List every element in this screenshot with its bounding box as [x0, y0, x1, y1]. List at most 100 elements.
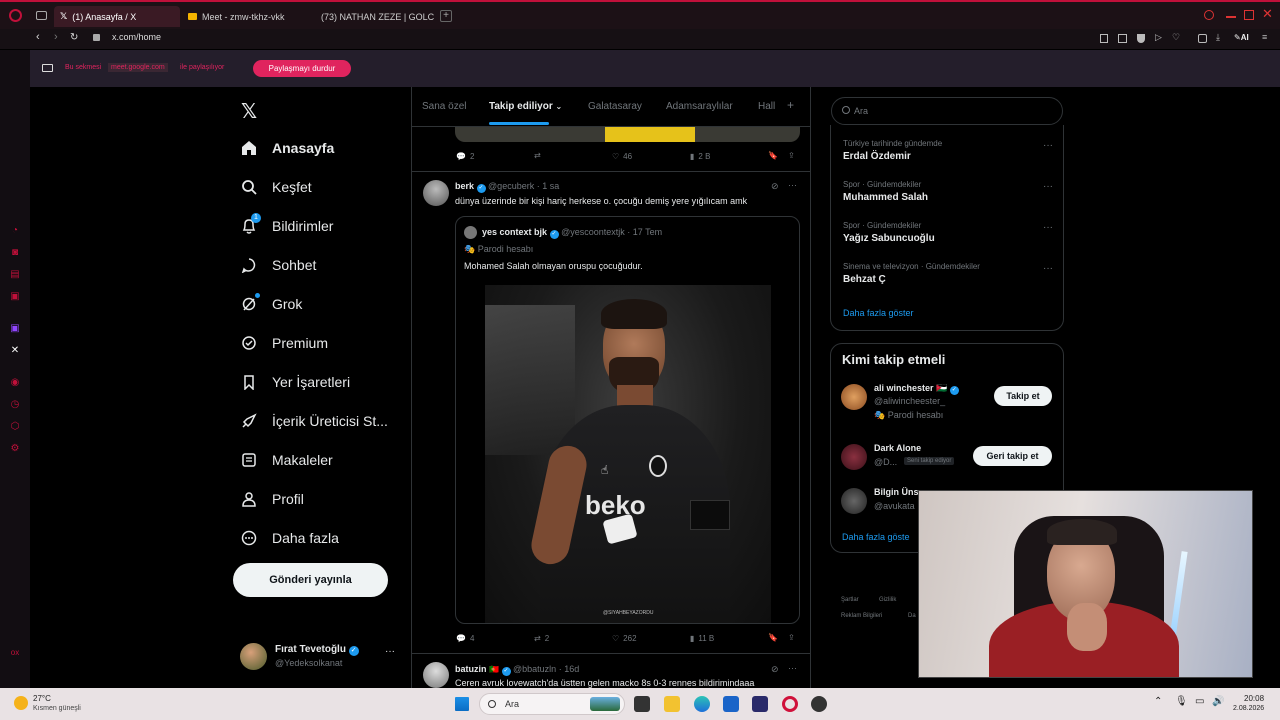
footer-link[interactable]: Şartlar [841, 597, 859, 603]
add-tab-icon[interactable]: + [787, 98, 794, 112]
search-box[interactable]: Ara [831, 97, 1063, 125]
like-count[interactable]: ♡ 262 [612, 634, 637, 643]
repost-count[interactable]: ⇄ 2 [534, 634, 549, 643]
heart-icon[interactable]: ♡ [1172, 32, 1180, 43]
follow-suggestion[interactable]: Dark Alone @D... Seni takip ediyor Geri … [841, 442, 1053, 480]
outlook-icon[interactable] [723, 696, 739, 712]
task-view-icon[interactable] [634, 696, 650, 712]
quoted-image[interactable]: beko @SIYAHBEYAZORDU ☝ [485, 285, 771, 623]
post-time[interactable]: · 16d [559, 664, 580, 674]
footer-link[interactable]: Da [908, 613, 916, 619]
grok-post-icon[interactable]: ⊘ [771, 664, 779, 675]
stop-sharing-button[interactable]: Paylaşmayı durdur [253, 60, 351, 77]
bookmark-icon[interactable]: 🔖 [768, 633, 778, 642]
post-avatar[interactable] [423, 662, 449, 688]
app-taskbar-icon[interactable] [811, 696, 827, 712]
store-icon[interactable] [752, 696, 768, 712]
nav-grok[interactable]: Grok [240, 292, 302, 316]
post-author-name[interactable]: batuzin [455, 664, 487, 674]
forward-icon[interactable]: › [54, 31, 58, 43]
ai-button[interactable]: ✎AI [1234, 33, 1249, 42]
start-button-icon[interactable] [455, 697, 469, 711]
nav-home[interactable]: Anasayfa [240, 136, 334, 160]
nav-creator-studio[interactable]: İçerik Üreticisi St... [240, 409, 388, 433]
music-icon[interactable]: ▣ [9, 291, 21, 303]
messenger-icon[interactable]: ▤ [9, 269, 21, 281]
play-icon[interactable]: ▷ [1155, 32, 1162, 43]
footer-link[interactable]: Reklam Bilgileri [841, 613, 882, 619]
opera-logo-icon[interactable] [9, 9, 22, 22]
aria-icon[interactable]: ◔ [9, 225, 21, 237]
account-switcher[interactable]: Fırat Tevetoğlu ✓ @Yedeksolkanat ··· [240, 641, 400, 673]
nav-profile[interactable]: Profil [240, 487, 304, 511]
trend-item[interactable]: Spor · Gündemdekiler Muhammed Salah [843, 180, 1053, 203]
trends-show-more-link[interactable]: Daha fazla göster [843, 308, 914, 318]
clock-date[interactable]: 2.08.2026 [1233, 705, 1264, 712]
quoted-post[interactable]: yes context bjk ✓ @yescoontextjk · 17 Te… [455, 216, 800, 624]
tab-youtube[interactable]: (73) NATHAN ZEZE | GOLC [310, 6, 436, 27]
back-icon[interactable]: ‹ [36, 31, 40, 43]
nav-more[interactable]: Daha fazla [240, 526, 339, 550]
post-avatar[interactable] [423, 180, 449, 206]
trend-more-icon[interactable]: ··· [1043, 181, 1053, 192]
nav-bookmarks[interactable]: Yer İşaretleri [240, 370, 350, 394]
share-icon[interactable]: ⇪ [788, 633, 795, 642]
trend-item[interactable]: Türkiye tarihinde gündemde Erdal Özdemir [843, 139, 1053, 162]
nav-articles[interactable]: Makaleler [240, 448, 333, 472]
minimize-button[interactable] [1226, 16, 1236, 18]
tab-meet[interactable]: Meet - zmw-tkhz-vkk [182, 6, 308, 27]
trend-item[interactable]: Spor · Gündemdekiler Yağız Sabuncuoğlu [843, 221, 1053, 244]
tab-following[interactable]: Takip ediliyor ⌄ [489, 101, 562, 112]
menu-icon[interactable]: ≡ [1262, 32, 1267, 42]
footer-link[interactable]: Gizlilik [879, 597, 896, 603]
views-count[interactable]: ▮ 11 B [690, 634, 714, 643]
prev-post-media[interactable] [455, 127, 800, 142]
twitch-icon[interactable]: ▣ [9, 323, 21, 335]
post-author-name[interactable]: berk [455, 181, 474, 191]
post-time[interactable]: · 1 sa [537, 181, 560, 191]
tab-for-you[interactable]: Sana özel [422, 101, 466, 112]
extensions-icon[interactable]: ⬡ [9, 421, 21, 433]
more-sidebar-icon[interactable]: ox [9, 647, 21, 659]
trend-more-icon[interactable]: ··· [1043, 140, 1053, 151]
reply-count[interactable]: 💬 4 [456, 634, 474, 643]
nav-premium[interactable]: Premium [240, 331, 328, 355]
tab-adamsaraylilar[interactable]: Adamsaraylılar [666, 101, 733, 112]
taskbar-search[interactable]: Ara [479, 693, 625, 715]
weather-temp[interactable]: 27°C [33, 694, 51, 703]
post-author-handle[interactable]: @gecuberk [488, 181, 534, 191]
new-tab-button[interactable]: + [440, 10, 452, 22]
account-more-icon[interactable]: ··· [385, 646, 395, 657]
bag-icon[interactable]: ◙ [9, 247, 21, 259]
prev-bookmark-icon[interactable]: 🔖 [768, 151, 778, 160]
prev-share-icon[interactable]: ⇪ [788, 151, 795, 160]
network-icon[interactable]: ▭ [1195, 696, 1204, 707]
history-icon[interactable]: ◷ [9, 399, 21, 411]
follow-suggestion[interactable]: ali winchester 🇯🇴 ✓ @aliwincheester_ 🎭 P… [841, 382, 1053, 420]
settings-icon[interactable]: ⚙ [9, 443, 21, 455]
trend-more-icon[interactable]: ··· [1043, 263, 1053, 274]
prev-like-count[interactable]: ♡ 46 [612, 152, 632, 161]
opera-taskbar-icon[interactable] [782, 696, 798, 712]
grok-post-icon[interactable]: ⊘ [771, 181, 779, 192]
tray-chevron-icon[interactable]: ⌃ [1154, 696, 1162, 707]
volume-icon[interactable]: 🔊 [1212, 696, 1224, 707]
trend-item[interactable]: Sinema ve televizyon · Gündemdekiler Behz… [843, 262, 1053, 285]
maximize-button[interactable] [1244, 10, 1254, 20]
wallet-icon[interactable] [1198, 34, 1207, 43]
shield-icon[interactable] [1137, 34, 1145, 43]
weather-icon[interactable] [14, 696, 28, 710]
prev-views-count[interactable]: ▮ 2 B [690, 152, 710, 161]
microphone-icon[interactable]: 🎙 [1175, 696, 1188, 707]
trend-more-icon[interactable]: ··· [1043, 222, 1053, 233]
who-show-more-link[interactable]: Daha fazla göste [842, 532, 910, 542]
search-tabs-icon[interactable] [1204, 10, 1214, 20]
snapshot-icon[interactable] [1118, 34, 1127, 43]
x-sidebar-icon[interactable]: ✕ [9, 345, 21, 357]
follow-button[interactable]: Takip et [994, 386, 1052, 406]
follow-back-button[interactable]: Geri takip et [973, 446, 1052, 466]
prev-reply-count[interactable]: 💬 2 [456, 152, 474, 161]
post-more-icon[interactable]: ··· [788, 663, 797, 673]
url-field[interactable]: x.com/home [112, 32, 161, 42]
clock-time[interactable]: 20:08 [1244, 694, 1264, 703]
